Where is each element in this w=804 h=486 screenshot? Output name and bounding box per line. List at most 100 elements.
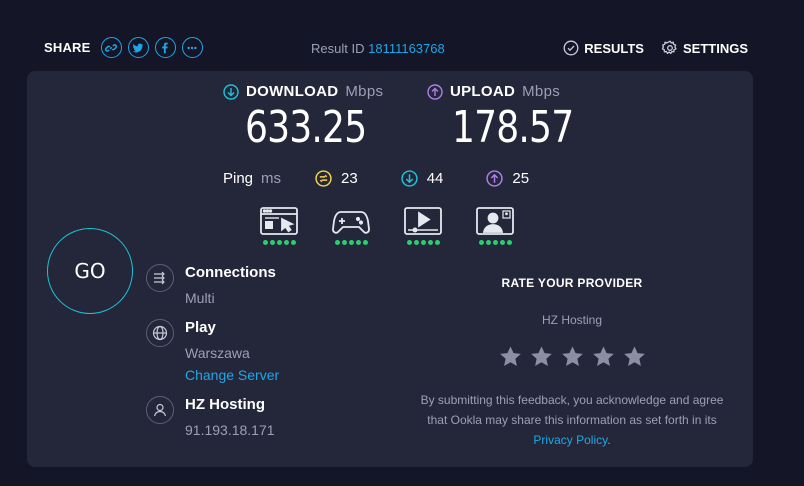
rating-dot	[506, 240, 512, 245]
rate-provider: RATE YOUR PROVIDER HZ Hosting By submitt…	[415, 276, 729, 450]
rating-dot	[341, 240, 347, 245]
download-label: DOWNLOAD	[246, 83, 339, 100]
check-circle-icon	[563, 40, 579, 56]
results-label: RESULTS	[584, 40, 644, 56]
star-icon[interactable]	[623, 345, 646, 368]
rating-dot	[427, 240, 433, 245]
globe-icon	[146, 319, 174, 347]
top-nav: RESULTS SETTINGS	[563, 40, 748, 56]
upload-arrow-icon	[427, 83, 443, 100]
link-icon[interactable]	[100, 37, 122, 58]
rating-dot	[478, 240, 484, 245]
rate-note-text: By submitting this feedback, you acknowl…	[420, 393, 724, 427]
connections-value: Multi	[185, 290, 215, 306]
host-ip: 91.193.18.171	[185, 422, 275, 438]
rating-dot	[290, 240, 296, 245]
video-streaming-icon	[404, 207, 442, 235]
ping-idle[interactable]: 23	[315, 170, 358, 187]
rating-dot	[348, 240, 354, 245]
rating-dot	[485, 240, 491, 245]
share-group: SHARE	[44, 37, 203, 58]
twitter-icon[interactable]	[127, 37, 149, 58]
download-value: 633.25	[245, 102, 367, 153]
connections-icon	[146, 264, 174, 292]
star-icon[interactable]	[561, 345, 584, 368]
settings-link[interactable]: SETTINGS	[661, 40, 748, 56]
rating-dots	[334, 240, 368, 245]
rating-dot	[492, 240, 498, 245]
web-browsing-icon	[260, 207, 298, 235]
rating-dot	[262, 240, 268, 245]
ping-download-value: 44	[426, 170, 444, 187]
result-panel: DOWNLOAD Mbps 633.25 UPLOAD Mbps 178.57 …	[27, 71, 753, 467]
gear-icon	[661, 40, 677, 55]
server-title: Play	[185, 319, 216, 336]
user-icon	[146, 396, 174, 424]
rate-title: RATE YOUR PROVIDER	[501, 276, 643, 290]
ping-row: Ping ms 23 44 25	[223, 170, 529, 187]
video-chat-icon	[476, 207, 514, 235]
result-id-label: Result ID	[311, 41, 365, 56]
ping-upload-value: 25	[512, 170, 530, 187]
rating-dot	[355, 240, 361, 245]
gaming-icon	[332, 211, 370, 234]
change-server-link[interactable]: Change Server	[185, 367, 279, 383]
host-title: HZ Hosting	[185, 396, 265, 413]
download-speed: DOWNLOAD Mbps 633.25	[223, 83, 393, 153]
more-icon[interactable]	[181, 37, 203, 58]
star-icon[interactable]	[592, 345, 615, 368]
upload-unit: Mbps	[522, 83, 561, 100]
video-streaming-rating[interactable]	[404, 207, 442, 245]
rating-dot	[406, 240, 412, 245]
video-chat-rating[interactable]	[476, 207, 514, 245]
server-info: Play Warszawa Change Server	[146, 319, 279, 383]
ping-unit: ms	[261, 170, 282, 187]
go-button[interactable]: GO	[47, 228, 133, 314]
result-id-link[interactable]: 18111163768	[368, 41, 445, 56]
rating-dot	[334, 240, 340, 245]
star-rating	[415, 345, 729, 368]
star-icon[interactable]	[499, 345, 522, 368]
rating-dot	[434, 240, 440, 245]
rate-note: By submitting this feedback, you acknowl…	[415, 390, 729, 450]
connections-title: Connections	[185, 264, 276, 281]
idle-latency-icon	[315, 170, 332, 187]
rating-dots	[406, 240, 440, 245]
rating-dot	[499, 240, 505, 245]
privacy-policy-link[interactable]: Privacy Policy	[533, 433, 607, 447]
ping-upload[interactable]: 25	[486, 170, 529, 187]
upload-latency-icon	[486, 170, 504, 187]
rate-note-end: .	[607, 433, 611, 447]
rating-dot	[276, 240, 282, 245]
settings-label: SETTINGS	[682, 40, 748, 56]
ping-label: Ping	[223, 170, 254, 187]
star-icon[interactable]	[530, 345, 553, 368]
rating-dot	[420, 240, 426, 245]
results-link[interactable]: RESULTS	[563, 40, 644, 56]
upload-value: 178.57	[452, 102, 574, 153]
ping-download[interactable]: 44	[401, 170, 444, 187]
gaming-rating[interactable]	[332, 207, 370, 245]
ping-idle-value: 23	[341, 170, 358, 187]
rating-dots	[262, 240, 296, 245]
rating-dots	[478, 240, 512, 245]
download-unit: Mbps	[345, 83, 384, 100]
connections-info: Connections Multi	[146, 264, 276, 306]
host-info: HZ Hosting 91.193.18.171	[146, 396, 275, 438]
upload-speed: UPLOAD Mbps 178.57	[427, 83, 600, 153]
facebook-icon[interactable]	[154, 37, 176, 58]
download-latency-icon	[401, 170, 418, 187]
rate-provider-name: HZ Hosting	[541, 313, 603, 327]
rating-dot	[413, 240, 419, 245]
web-browsing-rating[interactable]	[260, 207, 298, 245]
result-id: Result ID 18111163768	[311, 41, 445, 56]
rating-dot	[269, 240, 275, 245]
upload-label: UPLOAD	[450, 83, 516, 100]
top-bar: SHARE Result ID 18111163768 RESULTS SETT…	[0, 0, 804, 70]
share-label: SHARE	[44, 40, 91, 55]
server-location: Warszawa	[185, 345, 250, 361]
rating-dot	[283, 240, 289, 245]
app-ratings	[260, 207, 514, 245]
download-arrow-icon	[223, 83, 239, 100]
rating-dot	[362, 240, 368, 245]
